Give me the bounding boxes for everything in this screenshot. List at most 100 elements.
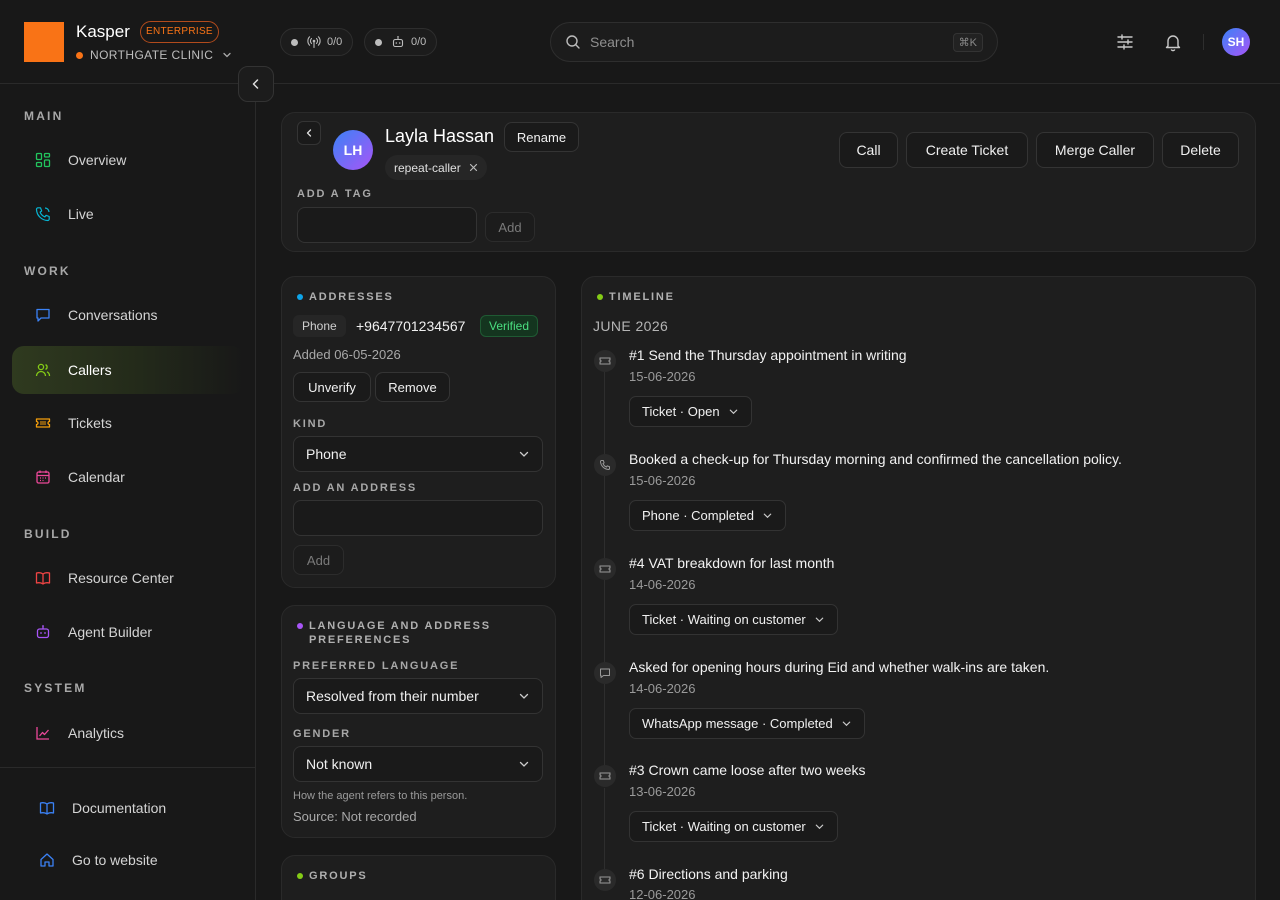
timeline-heading: TIMELINE bbox=[597, 290, 675, 304]
kind-select[interactable]: Phone bbox=[293, 436, 543, 472]
chat-icon bbox=[34, 306, 52, 324]
sidebar-item-callers[interactable]: Callers bbox=[12, 346, 244, 394]
chevron-down-icon bbox=[806, 614, 825, 625]
sidebar-item-label: Agent Builder bbox=[68, 624, 153, 640]
sidebar-item-analytics[interactable]: Analytics bbox=[12, 709, 244, 757]
gender-hint: How the agent refers to this person. bbox=[293, 790, 468, 802]
gender-select[interactable]: Not known bbox=[293, 746, 543, 782]
timeline-event-date: 14-06-2026 bbox=[629, 681, 696, 696]
section-label-work: WORK bbox=[24, 264, 71, 278]
address-added-date: Added 06-05-2026 bbox=[293, 347, 401, 362]
sidebar-item-calendar[interactable]: Calendar bbox=[12, 453, 244, 501]
add-address-label: ADD AN ADDRESS bbox=[293, 482, 418, 494]
merge-caller-button[interactable]: Merge Caller bbox=[1036, 132, 1154, 168]
section-dot bbox=[597, 294, 603, 300]
users-icon bbox=[34, 361, 52, 379]
timeline-event-status-label: Ticket · Open bbox=[642, 404, 720, 419]
timeline-event-title[interactable]: #6 Directions and parking bbox=[629, 866, 788, 882]
timeline-event-status[interactable]: Phone · Completed bbox=[629, 500, 787, 531]
remove-button[interactable]: Remove bbox=[375, 372, 450, 402]
ticket-icon bbox=[594, 869, 616, 891]
grid-icon bbox=[34, 151, 52, 169]
search-icon bbox=[565, 34, 581, 50]
message-icon bbox=[594, 662, 616, 684]
sidebar-item-label: Callers bbox=[68, 362, 112, 378]
sidebar-item-live[interactable]: Live bbox=[12, 190, 244, 238]
timeline-event-title[interactable]: #4 VAT breakdown for last month bbox=[629, 555, 834, 571]
sidebar-item-agent-builder[interactable]: Agent Builder bbox=[12, 608, 244, 656]
divider bbox=[0, 767, 256, 768]
preference-source: Source: Not recorded bbox=[293, 809, 417, 824]
tag-chip: repeat-caller bbox=[385, 155, 487, 180]
address-type-chip: Phone bbox=[293, 315, 346, 337]
user-avatar[interactable]: SH bbox=[1222, 28, 1250, 56]
tag-label: repeat-caller bbox=[394, 160, 461, 175]
ticket-icon bbox=[34, 414, 52, 432]
language-select[interactable]: Resolved from their number bbox=[293, 678, 543, 714]
agents-status-pill[interactable]: 0/0 bbox=[364, 28, 438, 56]
preferences-heading-text: LANGUAGE AND ADDRESS PREFERENCES bbox=[309, 620, 491, 646]
timeline-event-title[interactable]: Booked a check-up for Thursday morning a… bbox=[629, 451, 1122, 467]
timeline-connector bbox=[604, 684, 605, 774]
filters-icon[interactable] bbox=[1113, 30, 1137, 54]
timeline-event-status[interactable]: Ticket · Waiting on customer bbox=[629, 811, 838, 842]
timeline-event-title[interactable]: Asked for opening hours during Eid and w… bbox=[629, 659, 1049, 675]
calls-status-pill[interactable]: 0/0 bbox=[280, 28, 354, 56]
agents-status-count: 0/0 bbox=[411, 36, 427, 48]
add-address-button[interactable]: Add bbox=[293, 545, 344, 575]
chevron-down-icon bbox=[518, 448, 530, 460]
brand-name: Kasper bbox=[76, 22, 130, 41]
caller-name: Layla Hassan bbox=[385, 126, 495, 146]
bell-icon[interactable] bbox=[1161, 30, 1185, 54]
section-label-main: MAIN bbox=[24, 109, 64, 123]
verified-badge: Verified bbox=[480, 315, 539, 337]
unverify-button[interactable]: Unverify bbox=[293, 372, 371, 402]
groups-heading: GROUPS bbox=[297, 869, 367, 883]
addresses-heading-text: ADDRESSES bbox=[309, 291, 394, 303]
delete-button[interactable]: Delete bbox=[1162, 132, 1239, 168]
timeline-event-title[interactable]: #3 Crown came loose after two weeks bbox=[629, 762, 866, 778]
section-label-system: SYSTEM bbox=[24, 681, 87, 695]
add-tag-input[interactable] bbox=[297, 207, 477, 243]
ticket-icon bbox=[594, 558, 616, 580]
timeline-event-status-label: WhatsApp message · Completed bbox=[642, 716, 833, 731]
book-open-icon bbox=[38, 799, 56, 817]
ticket-icon bbox=[594, 350, 616, 372]
robot-icon bbox=[391, 35, 411, 49]
create-ticket-button[interactable]: Create Ticket bbox=[906, 132, 1028, 168]
collapse-sidebar-button[interactable] bbox=[238, 66, 274, 102]
call-button[interactable]: Call bbox=[839, 132, 898, 168]
search-input[interactable] bbox=[590, 34, 953, 50]
org-name: NORTHGATE CLINIC bbox=[90, 48, 214, 62]
sidebar-item-label: Tickets bbox=[68, 415, 112, 431]
gender-select-value: Not known bbox=[306, 756, 373, 772]
sidebar-item-tickets[interactable]: Tickets bbox=[12, 399, 244, 447]
close-icon[interactable] bbox=[469, 163, 478, 172]
rename-button[interactable]: Rename bbox=[504, 122, 579, 152]
back-button[interactable] bbox=[297, 121, 321, 145]
timeline-event-status-label: Ticket · Waiting on customer bbox=[642, 819, 806, 834]
home-icon bbox=[38, 851, 56, 869]
timeline-event-date: 12-06-2026 bbox=[629, 887, 696, 900]
sidebar-item-go-to-website[interactable]: Go to website bbox=[12, 836, 244, 884]
timeline-event-status-label: Phone · Completed bbox=[642, 508, 755, 523]
sidebar-item-conversations[interactable]: Conversations bbox=[12, 291, 244, 339]
search-bar[interactable]: ⌘K bbox=[550, 22, 998, 62]
add-address-input[interactable] bbox=[293, 500, 543, 536]
sidebar-item-label: Resource Center bbox=[68, 570, 174, 586]
timeline-connector bbox=[604, 580, 605, 670]
timeline-event-status[interactable]: Ticket · Waiting on customer bbox=[629, 604, 838, 635]
add-tag-button[interactable]: Add bbox=[485, 212, 535, 242]
chevron-down-icon bbox=[518, 758, 530, 770]
timeline-event-status[interactable]: Ticket · Open bbox=[629, 396, 752, 427]
sidebar-item-label: Analytics bbox=[68, 725, 125, 741]
timeline-event-status[interactable]: WhatsApp message · Completed bbox=[629, 708, 865, 739]
timeline-event-title[interactable]: #1 Send the Thursday appointment in writ… bbox=[629, 347, 907, 363]
robot-icon bbox=[34, 623, 52, 641]
timeline-event-status-label: Ticket · Waiting on customer bbox=[642, 612, 806, 627]
sidebar-item-documentation[interactable]: Documentation bbox=[12, 784, 244, 832]
sidebar-item-overview[interactable]: Overview bbox=[12, 136, 244, 184]
org-switcher[interactable]: NORTHGATE CLINIC bbox=[76, 47, 233, 63]
sidebar-item-resource-center[interactable]: Resource Center bbox=[12, 554, 244, 602]
sidebar: MAIN Overview Live WORK Conversations Ca… bbox=[0, 84, 256, 900]
